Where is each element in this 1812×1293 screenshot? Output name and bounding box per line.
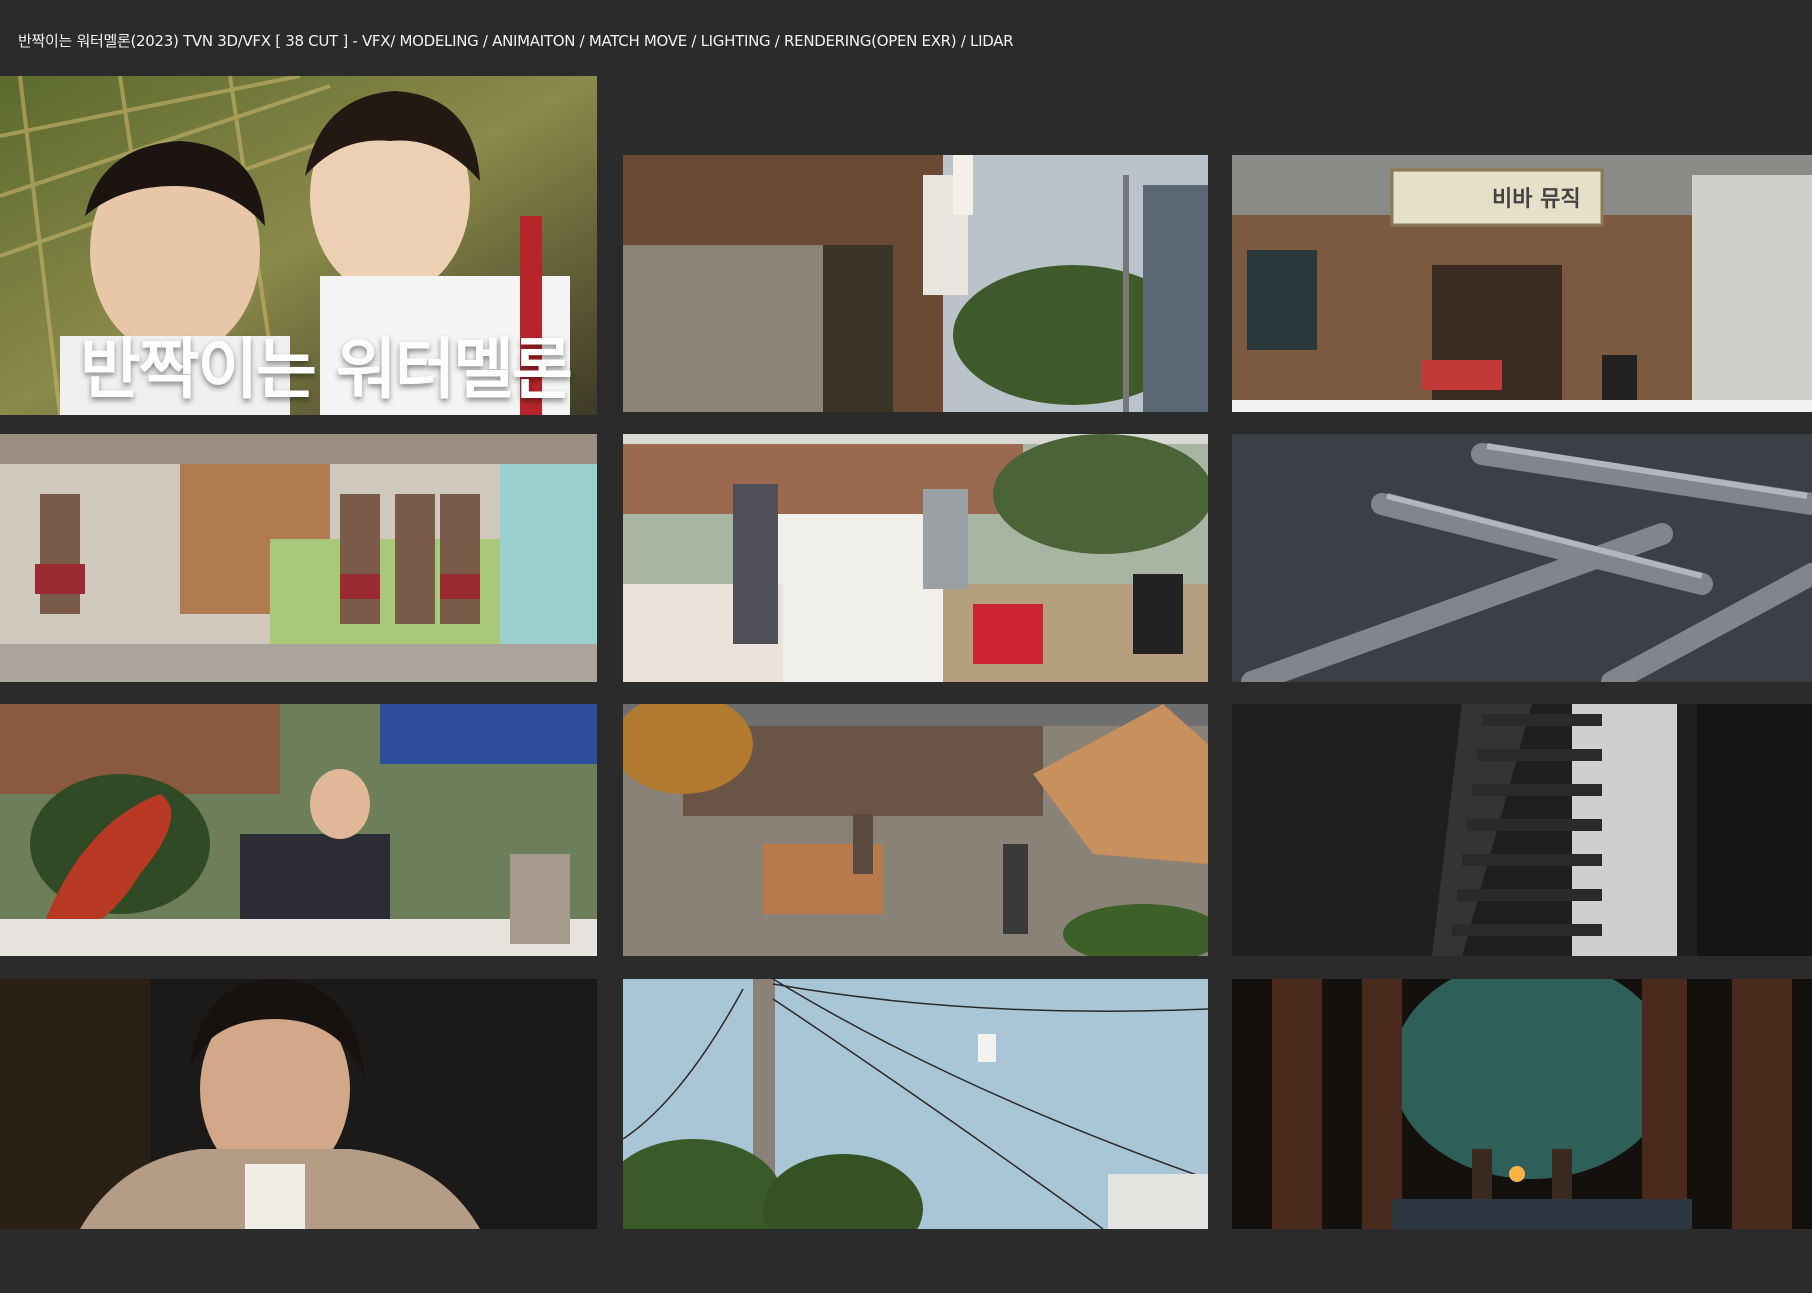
thumbnail-portrait[interactable] — [0, 979, 597, 1229]
thumbnail-school-hallway[interactable] — [0, 434, 597, 682]
thumbnail-street-corner[interactable] — [623, 155, 1208, 412]
shop-sign-text: 비바 뮤직 — [1492, 187, 1581, 212]
thumbnail-night-forest[interactable] — [1232, 979, 1812, 1229]
thumbnail-frosted-pipes[interactable] — [1232, 434, 1812, 682]
poster-title: 반짝이는 워터멜론 — [80, 331, 573, 408]
page-title: 반짝이는 워터멜론(2023) TVN 3D/VFX [ 38 CUT ] - … — [18, 32, 1014, 50]
thumbnail-music-shop[interactable]: 비바 뮤직 — [1232, 155, 1812, 412]
thumbnail-piano-keys[interactable] — [1232, 704, 1812, 956]
thumbnail-lobster-scene[interactable] — [0, 704, 597, 956]
thumbnail-utility-pole[interactable] — [623, 979, 1208, 1229]
thumbnail-garden-party[interactable] — [623, 434, 1208, 682]
thumbnail-hanok-courtyard[interactable] — [623, 704, 1208, 956]
thumbnail-poster[interactable]: 반짝이는 워터멜론 — [0, 76, 597, 415]
